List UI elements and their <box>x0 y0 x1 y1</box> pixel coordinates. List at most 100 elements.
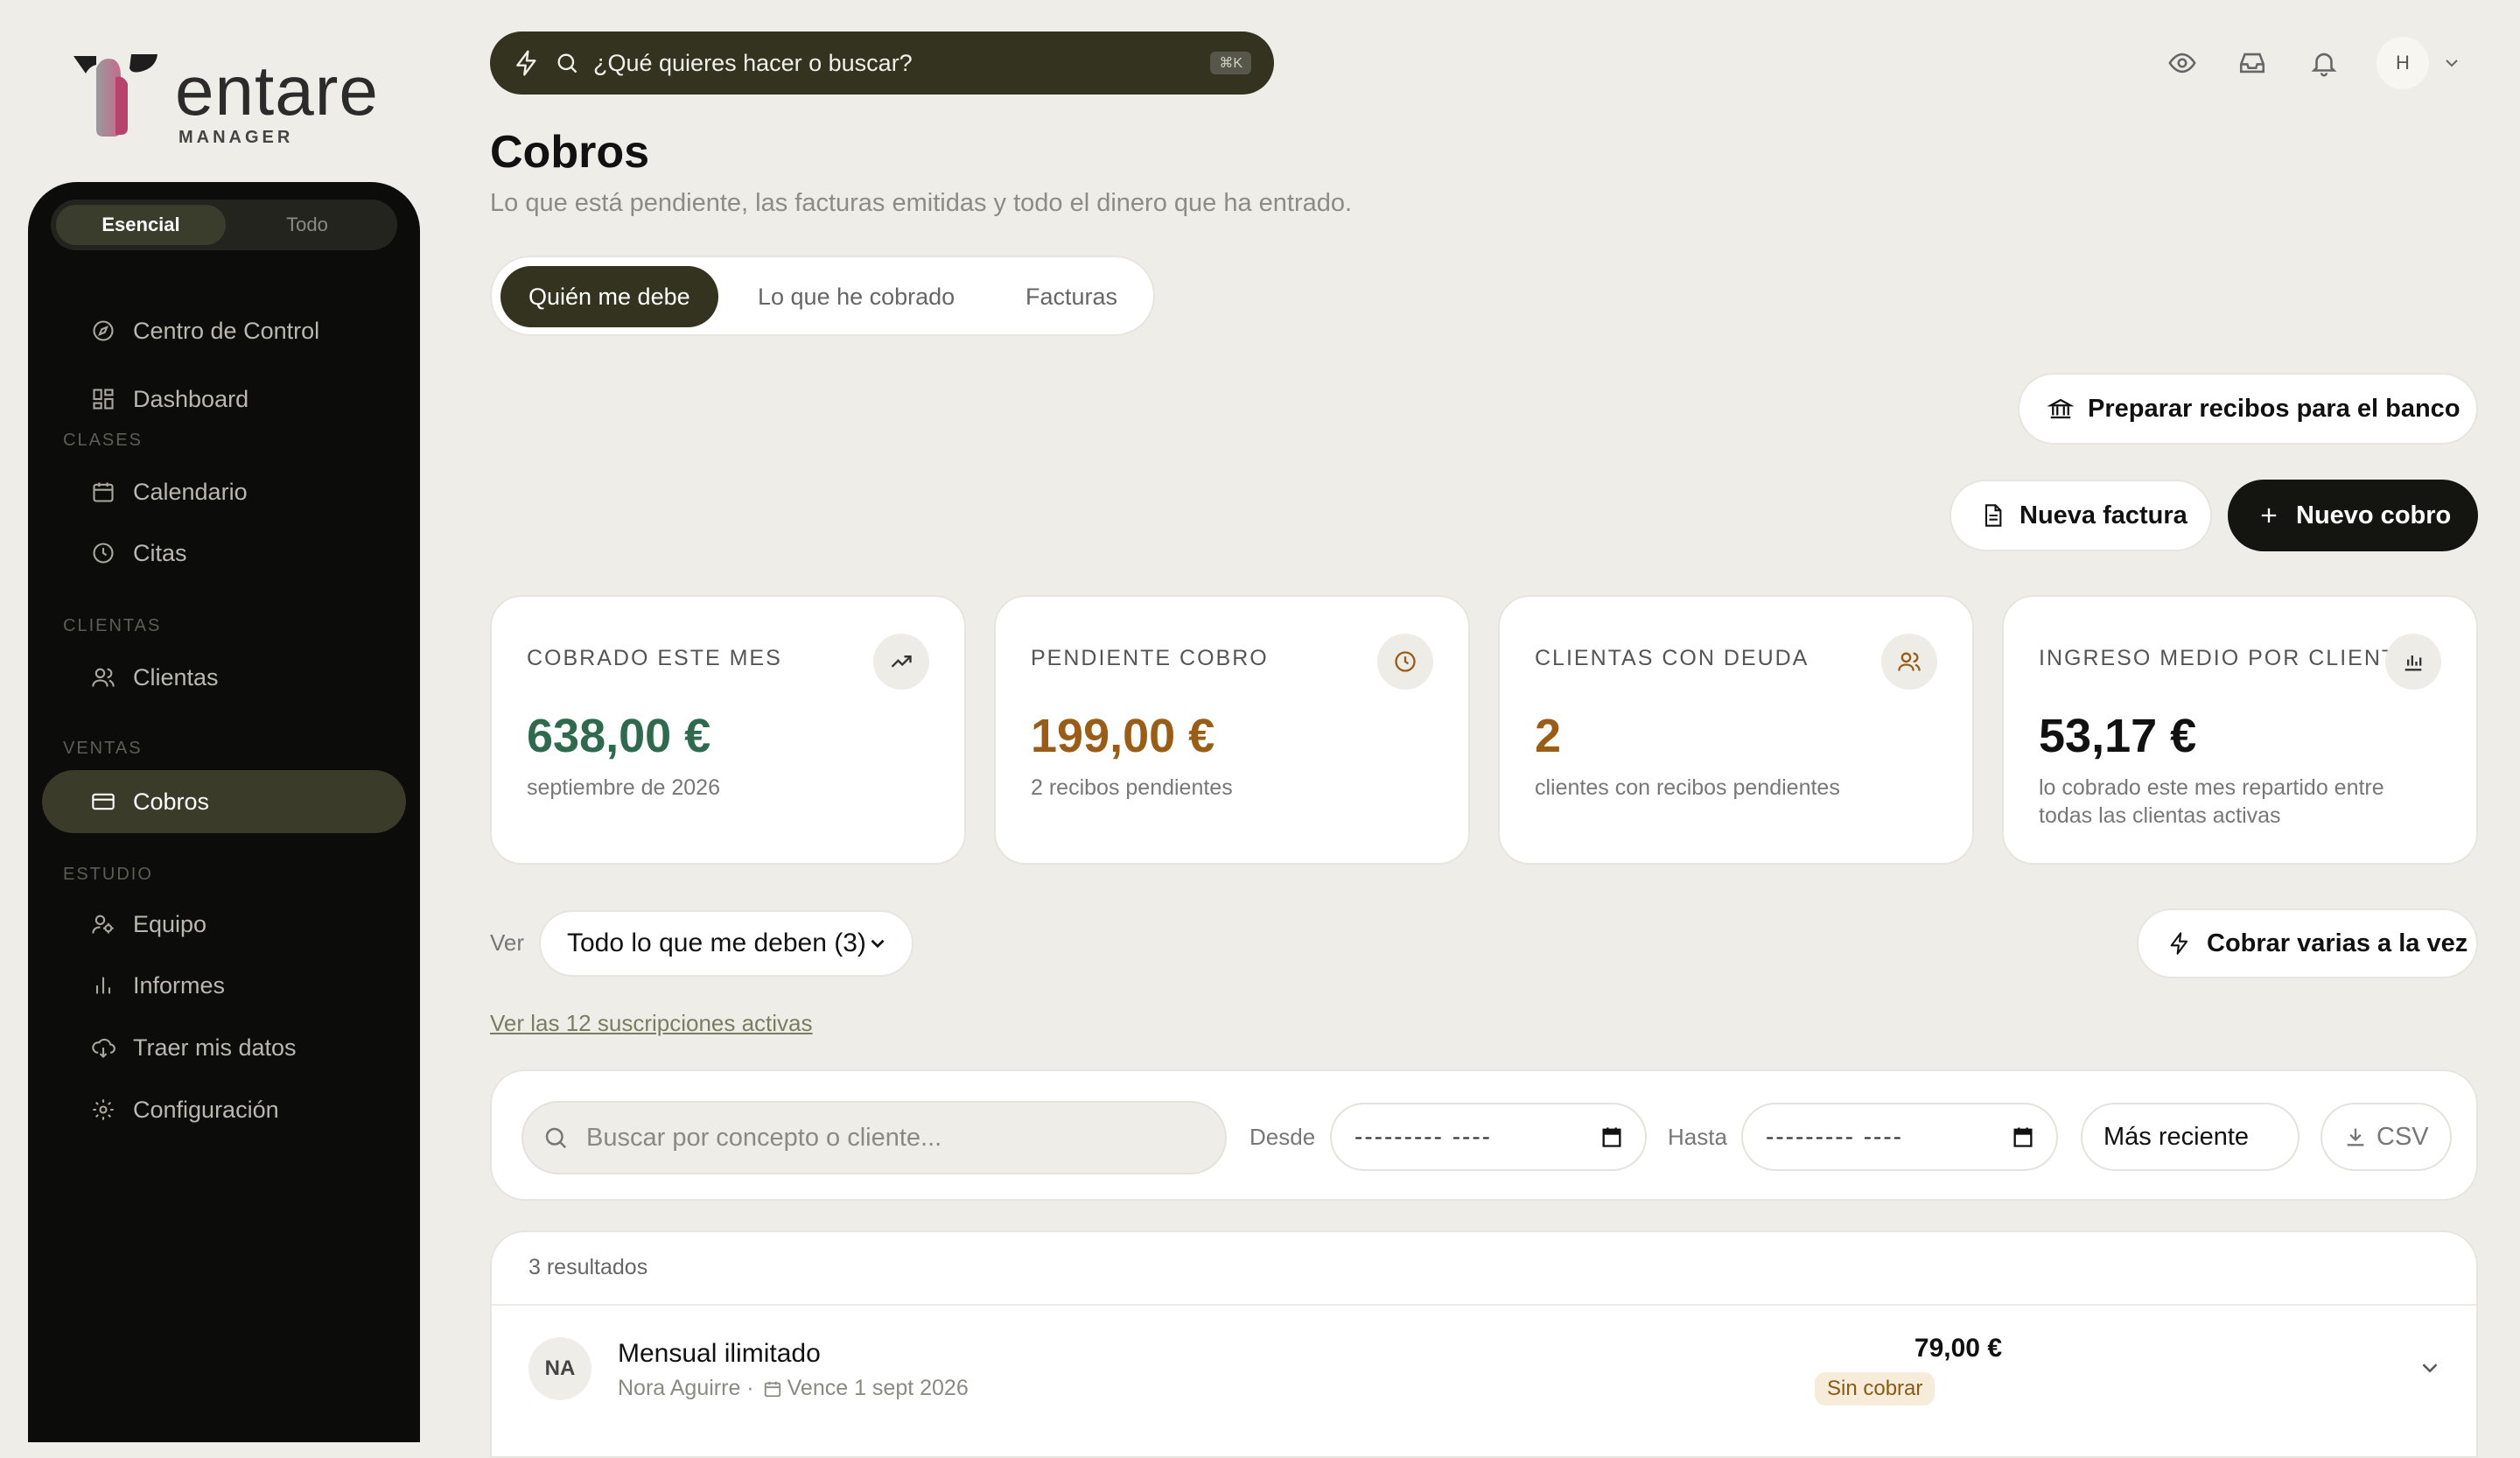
download-icon <box>2347 1128 2364 1146</box>
eye-icon[interactable] <box>2165 46 2200 81</box>
export-csv-label: CSV <box>2376 1122 2429 1151</box>
new-invoice-button[interactable]: Nueva factura <box>1950 480 2212 551</box>
search-box <box>522 1101 1227 1174</box>
sidebar-item-calendario[interactable]: Calendario <box>42 460 406 523</box>
tab-quien-me-debe[interactable]: Quién me debe <box>500 266 718 327</box>
users-icon <box>89 663 117 691</box>
date-from-input[interactable]: --------- ---- <box>1330 1103 1647 1171</box>
date-to-value: --------- ---- <box>1766 1123 1903 1150</box>
stat-title: CLIENTAS CON DEUDA <box>1535 646 1810 670</box>
search-input[interactable] <box>584 1122 1225 1153</box>
desde-label: Desde <box>1250 1124 1316 1150</box>
date-from-value: --------- ---- <box>1354 1123 1492 1150</box>
export-csv-button[interactable]: CSV <box>2320 1103 2452 1171</box>
sidebar-item-label: Calendario <box>133 478 248 505</box>
user-avatar[interactable]: H <box>2376 37 2429 89</box>
mode-todo-button[interactable]: Todo <box>222 205 392 245</box>
view-filter-value: Todo lo que me deben (3) <box>567 929 866 957</box>
page-subtitle: Lo que está pendiente, las facturas emit… <box>490 189 1353 217</box>
button-label: Nueva factura <box>2020 501 2188 529</box>
inbox-icon[interactable] <box>2235 46 2270 81</box>
calendar-icon[interactable] <box>1600 1125 1624 1149</box>
stat-card-cobrado: COBRADO ESTE MES 638,00 € septiembre de … <box>490 595 966 865</box>
view-filter-select[interactable]: Todo lo que me deben (3) <box>539 910 914 977</box>
users-icon <box>1881 634 1937 690</box>
mode-esencial-button[interactable]: Esencial <box>56 205 226 245</box>
bulk-collect-button[interactable]: Cobrar varias a la vez <box>2137 908 2478 978</box>
active-subscriptions-link[interactable]: Ver las 12 suscripciones activas <box>490 1010 813 1037</box>
stat-value: 199,00 € <box>1031 710 1215 762</box>
sidebar-item-label: Citas <box>133 539 187 566</box>
chevron-down-icon[interactable] <box>2441 53 2462 74</box>
document-icon <box>1979 502 2006 529</box>
chevron-down-icon[interactable] <box>2417 1355 2443 1381</box>
credit-card-icon <box>89 788 117 816</box>
status-badge: Sin cobrar <box>1815 1372 1936 1405</box>
team-icon <box>89 910 117 938</box>
shortcut-badge: ⌘K <box>1210 52 1251 74</box>
sidebar-item-citas[interactable]: Citas <box>42 522 406 585</box>
stat-note: 2 recibos pendientes <box>1031 775 1233 800</box>
prepare-bank-receipts-button[interactable]: Preparar recibos para el banco <box>2018 373 2478 445</box>
bell-icon[interactable] <box>2306 46 2342 81</box>
tab-lo-que-he-cobrado[interactable]: Lo que he cobrado <box>730 266 983 327</box>
new-payment-button[interactable]: Nuevo cobro <box>2228 480 2478 551</box>
gear-icon <box>89 1096 117 1124</box>
stat-card-pendiente: PENDIENTE COBRO 199,00 € 2 recibos pendi… <box>994 595 1470 865</box>
sidebar-item-clientas[interactable]: Clientas <box>42 646 406 709</box>
avatar: NA <box>528 1337 592 1400</box>
brand-logo[interactable]: entare MANAGER <box>70 51 385 147</box>
section-clientas: CLIENTAS <box>63 616 162 635</box>
stat-card-ingreso-medio: INGRESO MEDIO POR CLIENTA 53,17 € lo cob… <box>2002 595 2478 865</box>
stat-title: PENDIENTE COBRO <box>1031 646 1269 670</box>
command-bar[interactable]: ¿Qué quieres hacer o buscar? ⌘K <box>490 32 1274 95</box>
sidebar-item-label: Configuración <box>133 1096 279 1123</box>
sidebar-item-traer-mis-datos[interactable]: Traer mis datos <box>42 1016 406 1079</box>
trending-up-icon <box>873 634 929 690</box>
chevron-down-icon <box>871 939 885 949</box>
sidebar-item-cobros[interactable]: Cobros <box>42 770 406 833</box>
plus-icon <box>2256 502 2282 529</box>
grid-icon <box>89 385 117 413</box>
sidebar-item-label: Cobros <box>133 788 210 815</box>
sidebar-item-dashboard[interactable]: Dashboard <box>42 368 406 431</box>
calendar-icon[interactable] <box>2011 1125 2035 1149</box>
sidebar-item-configuracion[interactable]: Configuración <box>42 1078 406 1141</box>
bank-icon <box>2048 396 2074 422</box>
row-client: Nora Aguirre · <box>618 1376 754 1400</box>
section-clases: CLASES <box>63 431 143 450</box>
stat-value: 638,00 € <box>527 710 711 762</box>
bar-chart-icon <box>89 971 117 999</box>
stat-note: lo cobrado este mes repartido entre toda… <box>2039 775 2384 828</box>
sidebar-item-label: Equipo <box>133 910 207 937</box>
clock-icon <box>1377 634 1433 690</box>
tab-facturas[interactable]: Facturas <box>998 266 1145 327</box>
ver-label: Ver <box>490 929 525 956</box>
hasta-label: Hasta <box>1668 1124 1727 1150</box>
section-ventas: VENTAS <box>63 739 143 758</box>
cloud-download-icon <box>89 1034 117 1062</box>
sidebar-item-centro-de-control[interactable]: Centro de Control <box>42 299 406 362</box>
page-title: Cobros <box>490 127 649 178</box>
calendar-icon <box>764 1381 780 1397</box>
stat-note: septiembre de 2026 <box>527 775 720 800</box>
row-due-date: Vence 1 sept 2026 <box>787 1376 969 1400</box>
entare-logo-icon <box>74 54 158 137</box>
date-to-input[interactable]: --------- ---- <box>1741 1103 2058 1171</box>
calendar-icon <box>89 478 117 506</box>
sidebar-item-informes[interactable]: Informes <box>42 954 406 1017</box>
search-filter-panel: Desde --------- ---- Hasta --------- ---… <box>490 1069 2478 1201</box>
brand-subtitle: MANAGER <box>178 128 294 147</box>
clock-icon <box>89 539 117 567</box>
search-icon <box>557 53 578 74</box>
sidebar-item-label: Traer mis datos <box>133 1034 297 1061</box>
results-count: 3 resultados <box>528 1255 648 1279</box>
sidebar-item-label: Centro de Control <box>133 317 320 344</box>
sidebar-item-equipo[interactable]: Equipo <box>42 893 406 956</box>
sort-select[interactable]: Más reciente <box>2081 1103 2300 1171</box>
row-amount: 79,00 € <box>1914 1334 2002 1363</box>
bolt-icon <box>516 50 536 76</box>
command-placeholder: ¿Qué quieres hacer o buscar? <box>593 49 913 76</box>
tab-bar: Quién me debe Lo que he cobrado Facturas <box>490 256 1155 336</box>
bar-chart-icon <box>2385 634 2441 690</box>
